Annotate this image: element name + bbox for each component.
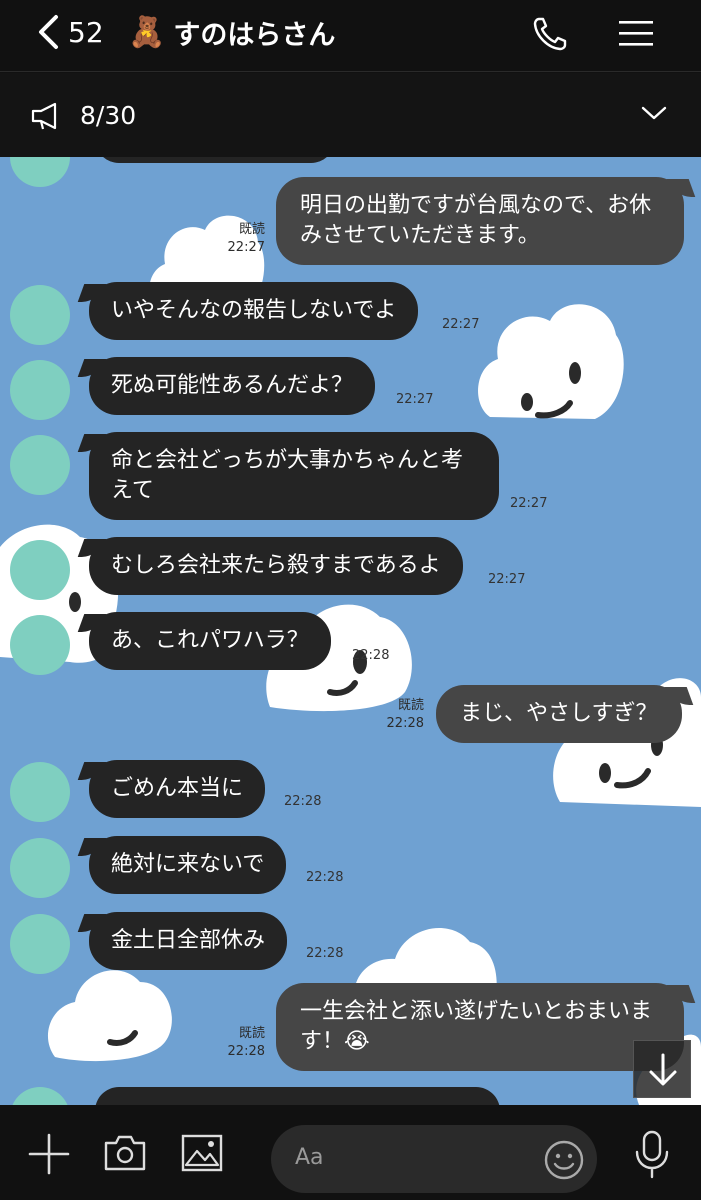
chat-area[interactable]: 既読 22:27 明日の出勤ですが台風なので、お休 みさせていただきます。 いや… (0, 157, 701, 1105)
message-text-line: 一生会社と添い遂げたいとおまいま (300, 999, 653, 1024)
partial-message-bubble (95, 157, 335, 163)
chevron-down-icon[interactable] (640, 103, 668, 123)
avatar[interactable] (10, 615, 70, 675)
image-icon[interactable] (180, 1133, 224, 1173)
read-label: 既読 (238, 1026, 265, 1041)
message-time: 22:27 (442, 317, 480, 332)
read-receipt: 既読 22:27 (215, 221, 265, 257)
outgoing-message-bubble[interactable]: 明日の出勤ですが台風なので、お休 みさせていただきます。 (276, 177, 684, 265)
incoming-message-bubble[interactable]: ごめん本当に (89, 760, 266, 818)
read-receipt: 既読 22:28 (215, 1025, 265, 1061)
chat-header: 52 🧸 すのはらさん (0, 0, 701, 72)
chevron-left-icon (39, 15, 58, 49)
contact-name: すのはらさん (173, 19, 336, 51)
phone-icon[interactable] (530, 14, 570, 54)
read-receipt: 既読 22:28 (374, 697, 424, 733)
avatar[interactable] (10, 285, 70, 345)
avatar[interactable] (10, 1087, 70, 1105)
camera-icon[interactable] (103, 1133, 147, 1173)
message-text-line: えて (111, 478, 154, 503)
read-label: 既読 (238, 222, 265, 237)
message-text-line: 明日の出勤ですが台風なので、お休 (300, 193, 652, 218)
message-input[interactable]: Aa (271, 1125, 597, 1193)
message-time: 22:28 (386, 716, 424, 731)
avatar[interactable] (10, 762, 70, 822)
cloud-face-decoration (478, 304, 624, 419)
message-time: 22:28 (284, 794, 322, 809)
message-time: 22:28 (306, 946, 344, 961)
avatar[interactable] (10, 540, 70, 600)
message-time: 22:27 (488, 572, 526, 587)
outgoing-message-bubble[interactable]: まじ、やさしすぎ？ (436, 685, 682, 743)
read-label: 既読 (397, 698, 424, 713)
hamburger-icon[interactable] (617, 14, 657, 54)
outgoing-message-bubble[interactable]: 一生会社と添い遂げたいとおまいま す！😭 (276, 983, 684, 1071)
bear-emoji: 🧸 (128, 14, 166, 50)
chat-title: 🧸 すのはらさん (128, 12, 335, 52)
message-time: 22:27 (396, 392, 434, 407)
avatar[interactable] (10, 838, 70, 898)
smile-icon[interactable] (543, 1139, 585, 1181)
avatar[interactable] (10, 435, 70, 495)
partial-message-bubble (95, 1087, 500, 1105)
announcement-bar[interactable]: 8/30 (0, 73, 701, 157)
avatar[interactable] (10, 914, 70, 974)
plus-icon[interactable] (28, 1133, 70, 1175)
avatar[interactable] (10, 360, 70, 420)
incoming-message-bubble[interactable]: むしろ会社来たら殺すまであるよ (89, 537, 463, 595)
message-text-line: 命と会社どっちが大事かちゃんと考 (111, 448, 464, 473)
incoming-message-bubble[interactable]: 金土日全部休み (89, 912, 288, 970)
incoming-message-bubble[interactable]: 死ぬ可能性あるんだよ？ (89, 357, 376, 415)
incoming-message-bubble[interactable]: いやそんなの報告しないでよ (89, 282, 419, 340)
announcement-count: 8/30 (80, 101, 137, 130)
incoming-message-bubble[interactable]: 命と会社どっちが大事かちゃんと考 えて (89, 432, 499, 520)
message-text-line: す！😭 (300, 1029, 370, 1054)
message-time: 22:27 (227, 240, 265, 255)
message-toolbar: Aa (0, 1105, 701, 1200)
message-time: 22:28 (227, 1044, 265, 1059)
back-button[interactable]: 52 (36, 12, 104, 52)
arrow-down-icon (649, 1053, 677, 1086)
unread-count: 52 (68, 15, 104, 49)
incoming-message-bubble[interactable]: 絶対に来ないで (89, 836, 287, 894)
message-text-line: みさせていただきます。 (300, 223, 540, 248)
avatar[interactable] (10, 157, 70, 187)
message-time: 22:27 (510, 496, 548, 511)
message-time: 22:28 (306, 870, 344, 885)
megaphone-icon (31, 102, 57, 130)
microphone-icon[interactable] (632, 1129, 672, 1179)
scroll-to-bottom-button[interactable] (633, 1040, 691, 1098)
message-time: 22:28 (352, 648, 390, 663)
incoming-message-bubble[interactable]: あ、これパワハラ？ (89, 612, 331, 670)
message-input-placeholder: Aa (295, 1145, 324, 1170)
